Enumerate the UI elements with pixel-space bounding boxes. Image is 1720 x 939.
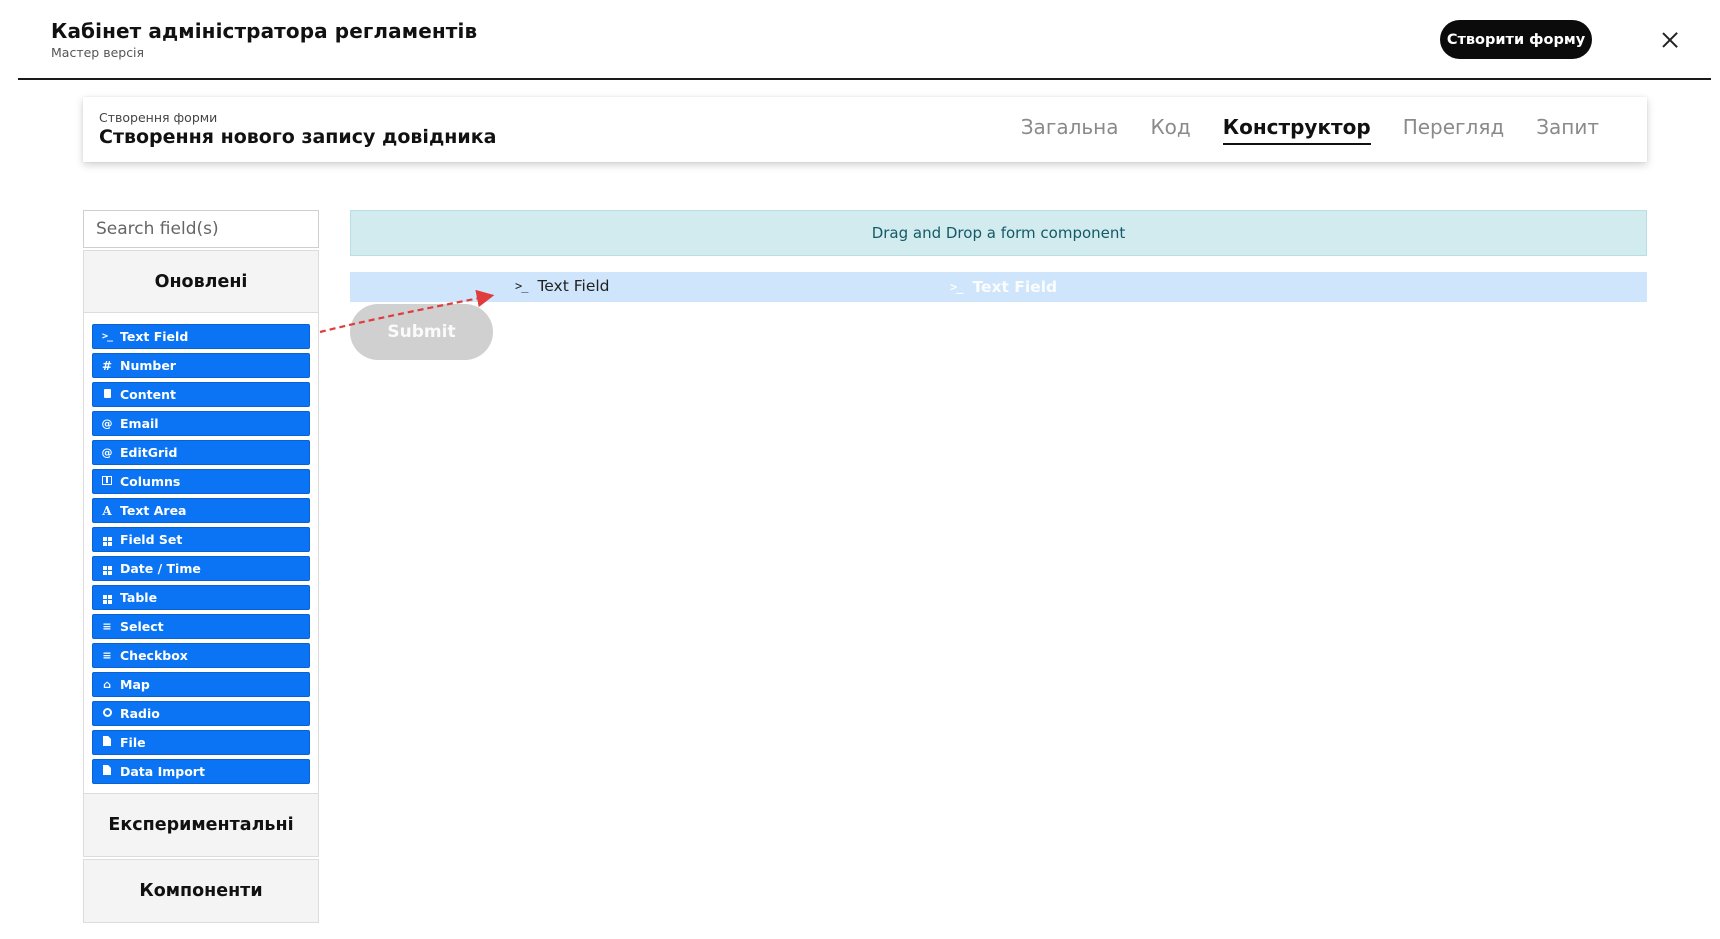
tab-general[interactable]: Загальна [1021,115,1119,145]
at-icon: @ [101,417,113,430]
table-icon [101,592,113,604]
dragged-component[interactable]: >_ Text Field [515,277,610,295]
close-icon[interactable] [1659,29,1681,51]
terminal-icon: >_ [950,280,963,294]
app-header: Кабінет адміністратора регламентів Масте… [18,0,1711,80]
component-table[interactable]: Table [92,585,310,610]
form-breadcrumb: Створення форми [99,110,218,125]
radio-icon [101,707,113,720]
component-label: Radio [120,706,160,721]
component-checkbox[interactable]: ≡ Checkbox [92,643,310,668]
component-label: Table [120,590,158,605]
drag-ghost-label: Text Field [972,278,1058,296]
list-icon: ≡ [102,649,112,662]
form-name: Створення нового запису довідника [99,126,497,148]
component-text-area[interactable]: A Text Area [92,498,310,523]
component-field-set[interactable]: Field Set [92,527,310,552]
at-icon: @ [101,446,113,459]
component-label: Text Area [120,503,187,518]
font-icon: A [102,503,112,518]
component-email[interactable]: @ Email [92,411,310,436]
component-date-time[interactable]: Date / Time [92,556,310,581]
group-updated-header[interactable]: Оновлені [83,250,319,313]
component-text-field[interactable]: >_ Text Field [92,324,310,349]
app-subtitle: Мастер версія [51,45,145,60]
dragged-component-label: Text Field [537,277,610,295]
component-label: Email [120,416,159,431]
component-label: Number [120,358,176,373]
component-select[interactable]: ≡ Select [92,614,310,639]
tab-constructor[interactable]: Конструктор [1222,115,1371,145]
drag-arrow [319,289,495,334]
component-label: Select [120,619,164,634]
group-components-header[interactable]: Компоненти [83,859,319,923]
columns-icon [101,475,113,488]
terminal-icon: >_ [515,279,528,293]
app-title: Кабінет адміністратора регламентів [51,19,478,43]
drop-zone[interactable]: Drag and Drop a form component [350,210,1647,256]
drag-ghost: >_ Text Field [950,278,1057,296]
component-label: Field Set [120,532,183,547]
component-columns[interactable]: Columns [92,469,310,494]
component-number[interactable]: # Number [92,353,310,378]
component-file[interactable]: File [92,730,310,755]
component-label: EditGrid [120,445,178,460]
form-tabs: Загальна Код Конструктор Перегляд Запит [1021,115,1599,145]
component-label: Date / Time [120,561,201,576]
search-fields-input[interactable] [83,210,319,248]
component-label: File [120,735,146,750]
component-map[interactable]: ⌂ Map [92,672,310,697]
tab-request[interactable]: Запит [1536,115,1599,145]
component-label: Map [120,677,150,692]
component-label: Checkbox [120,648,188,663]
component-label: Text Field [120,329,189,344]
component-label: Data Import [120,764,205,779]
tab-preview[interactable]: Перегляд [1403,115,1505,145]
hash-icon: # [101,358,113,373]
terminal-icon: >_ [101,330,113,342]
content-icon [101,388,113,401]
component-editgrid[interactable]: @ EditGrid [92,440,310,465]
file-icon [101,736,113,749]
component-sidebar: Оновлені >_ Text Field # Number Content … [83,210,319,923]
create-form-button[interactable]: Створити форму [1440,20,1592,59]
component-label: Content [120,387,176,402]
home-icon: ⌂ [103,678,111,691]
calendar-icon [101,563,113,575]
form-title-card: Створення форми Створення нового запису … [83,97,1647,162]
component-list: >_ Text Field # Number Content @ Email @… [83,313,319,793]
component-label: Columns [120,474,181,489]
drag-preview-row[interactable]: >_ Text Field >_ Text Field [350,272,1647,302]
list-icon: ≡ [102,620,112,633]
component-radio[interactable]: Radio [92,701,310,726]
tab-code[interactable]: Код [1150,115,1190,145]
group-experimental-header[interactable]: Експериментальні [83,793,319,857]
grid-icon [101,534,113,546]
file-icon [101,765,113,778]
component-content[interactable]: Content [92,382,310,407]
component-data-import[interactable]: Data Import [92,759,310,784]
